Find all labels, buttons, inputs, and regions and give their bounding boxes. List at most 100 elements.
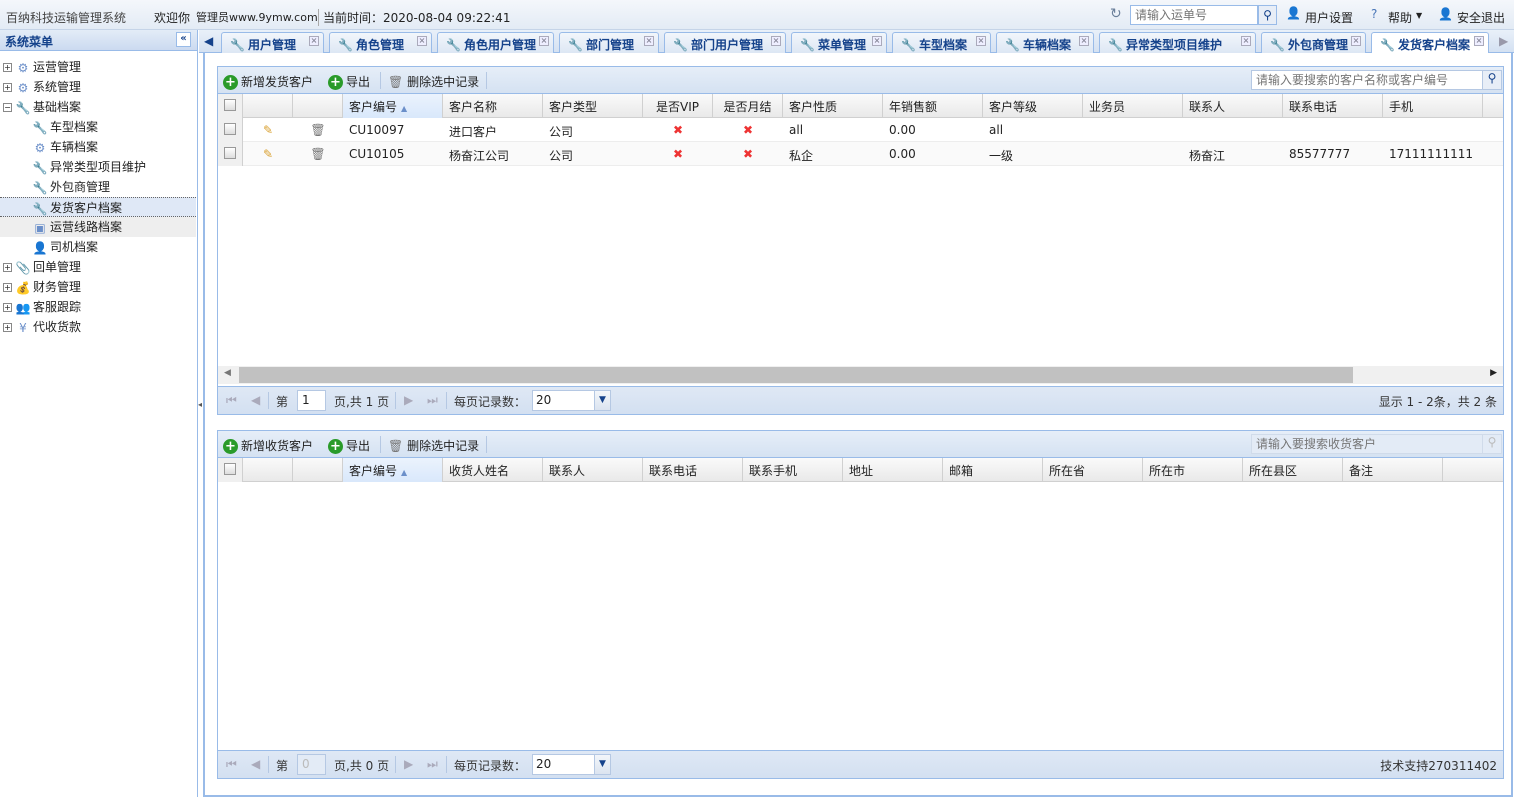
row-checkbox-cell[interactable] — [218, 118, 243, 142]
tab-9[interactable]: 🔧 外包商管理 × — [1261, 32, 1366, 53]
column-header[interactable]: 邮箱 — [943, 458, 1043, 482]
first-page-icon[interactable]: ⏮ — [226, 757, 237, 772]
menu-item[interactable]: 🔧 异常类型项目维护 — [0, 157, 196, 177]
expand-toggle-icon[interactable]: + — [3, 83, 12, 92]
next-page-icon[interactable]: ▶ — [404, 393, 413, 407]
expand-toggle-icon[interactable]: + — [3, 303, 12, 312]
page-number-input[interactable]: 1 — [297, 390, 326, 411]
row-checkbox-cell[interactable] — [218, 142, 243, 166]
menu-item[interactable]: + 👥 客服跟踪 — [0, 297, 196, 317]
page-number-input[interactable]: 0 — [297, 754, 326, 775]
edit-icon[interactable]: ✎ — [243, 118, 293, 142]
close-tab-icon[interactable]: × — [771, 36, 781, 46]
delete-icon[interactable]: 🗑 — [293, 118, 343, 142]
tab-10[interactable]: 🔧 发货客户档案 × — [1371, 32, 1489, 54]
column-header[interactable]: 业务员 — [1083, 94, 1183, 118]
tab-2[interactable]: 🔧 角色用户管理 × — [437, 32, 554, 53]
first-page-icon[interactable]: ⏮ — [226, 393, 237, 408]
expand-toggle-icon[interactable]: + — [3, 263, 12, 272]
column-header[interactable]: 年销售额 — [883, 94, 983, 118]
refresh-icon[interactable]: ↻ — [1110, 6, 1122, 22]
column-header[interactable]: 备注 — [1343, 458, 1443, 482]
menu-item[interactable]: ⚙ 车辆档案 — [0, 137, 196, 157]
menu-item[interactable]: 🔧 发货客户档案 — [0, 197, 196, 217]
menu-item[interactable]: ▣ 运营线路档案 — [0, 217, 196, 237]
close-tab-icon[interactable]: × — [976, 36, 986, 46]
expand-toggle-icon[interactable]: + — [3, 283, 12, 292]
next-page-icon[interactable]: ▶ — [404, 757, 413, 771]
waybill-search-input[interactable] — [1130, 5, 1258, 25]
close-tab-icon[interactable]: × — [1474, 36, 1484, 46]
column-header[interactable]: 联系手机 — [743, 458, 843, 482]
tab-4[interactable]: 🔧 部门用户管理 × — [664, 32, 786, 53]
search-icon[interactable]: ⚲ — [1258, 5, 1277, 25]
row-checkbox[interactable] — [224, 147, 236, 159]
menu-item[interactable]: 👤 司机档案 — [0, 237, 196, 257]
column-header[interactable]: 联系人 — [1183, 94, 1283, 118]
close-tab-icon[interactable]: × — [872, 36, 882, 46]
tab-1[interactable]: 🔧 角色管理 × — [329, 32, 432, 53]
expand-toggle-icon[interactable]: + — [3, 323, 12, 332]
export-button[interactable]: + 导出 — [328, 437, 370, 454]
table-row[interactable]: ✎ 🗑 CU10097 进口客户 公司 ✖ ✖ all 0.00 all — [218, 118, 1503, 142]
tab-5[interactable]: 🔧 菜单管理 × — [791, 32, 887, 53]
chevron-down-icon[interactable]: ▼ — [594, 391, 610, 410]
column-header[interactable]: 客户性质 — [783, 94, 883, 118]
column-header[interactable]: 联系电话 — [643, 458, 743, 482]
column-header[interactable]: 客户编号 ▲ — [343, 94, 443, 118]
customer-search-input[interactable] — [1251, 70, 1483, 90]
close-tab-icon[interactable]: × — [417, 36, 427, 46]
edit-icon[interactable]: ✎ — [243, 142, 293, 166]
tab-scroll-left-icon[interactable]: ◀ — [204, 34, 213, 48]
tab-8[interactable]: 🔧 异常类型项目维护 × — [1099, 32, 1256, 53]
per-page-select[interactable]: 20 ▼ — [532, 754, 611, 775]
consignee-search-input[interactable] — [1251, 434, 1483, 454]
chevron-down-icon[interactable]: ▼ — [594, 755, 610, 774]
search-icon[interactable]: ⚲ — [1482, 434, 1502, 454]
close-tab-icon[interactable]: × — [1079, 36, 1089, 46]
user-settings-link[interactable]: 用户设置 — [1305, 9, 1353, 26]
table-row[interactable]: ✎ 🗑 CU10105 杨奋江公司 公司 ✖ ✖ 私企 0.00 一级 杨奋江 85577777 171… — [218, 142, 1503, 166]
help-menu[interactable]: 帮助 — [1388, 9, 1412, 26]
column-header[interactable]: 客户编号 ▲ — [343, 458, 443, 482]
column-header[interactable]: 所在市 — [1143, 458, 1243, 482]
per-page-select[interactable]: 20 ▼ — [532, 390, 611, 411]
column-header[interactable]: 是否VIP — [643, 94, 713, 118]
add-consignee-button[interactable]: + 新增收货客户 — [223, 437, 313, 454]
menu-item[interactable]: − 🔧 基础档案 — [0, 97, 196, 117]
collapse-sidebar-button[interactable]: « — [176, 32, 191, 47]
select-all-checkbox-cell[interactable] — [218, 94, 243, 118]
tab-7[interactable]: 🔧 车辆档案 × — [996, 32, 1094, 53]
delete-selected-button[interactable]: 🗑 删除选中记录 — [388, 73, 479, 90]
tab-6[interactable]: 🔧 车型档案 × — [892, 32, 991, 53]
menu-item[interactable]: + 💰 财务管理 — [0, 277, 196, 297]
close-tab-icon[interactable]: × — [309, 36, 319, 46]
menu-item[interactable]: + ¥ 代收货款 — [0, 317, 196, 337]
column-header[interactable]: 手机 — [1383, 94, 1483, 118]
row-checkbox[interactable] — [224, 123, 236, 135]
delete-icon[interactable]: 🗑 — [293, 142, 343, 166]
add-shipper-button[interactable]: + 新增发货客户 — [223, 73, 313, 90]
tab-0[interactable]: 🔧 用户管理 × — [221, 32, 324, 53]
select-all-checkbox[interactable] — [224, 463, 236, 475]
close-tab-icon[interactable]: × — [1351, 36, 1361, 46]
column-header[interactable]: 地址 — [843, 458, 943, 482]
search-icon[interactable]: ⚲ — [1482, 70, 1502, 90]
tab-3[interactable]: 🔧 部门管理 × — [559, 32, 659, 53]
menu-item[interactable]: + ⚙ 运营管理 — [0, 57, 196, 77]
column-header[interactable]: 所在省 — [1043, 458, 1143, 482]
column-header[interactable]: 所在县区 — [1243, 458, 1343, 482]
menu-item[interactable]: 🔧 外包商管理 — [0, 177, 196, 197]
last-page-icon[interactable]: ⏭ — [427, 393, 438, 408]
tab-scroll-right-icon[interactable]: ▶ — [1499, 34, 1508, 48]
column-header[interactable]: 联系电话 — [1283, 94, 1383, 118]
column-header[interactable]: 联系人 — [543, 458, 643, 482]
expand-toggle-icon[interactable]: − — [3, 103, 12, 112]
close-tab-icon[interactable]: × — [644, 36, 654, 46]
menu-item[interactable]: + ⚙ 系统管理 — [0, 77, 196, 97]
export-button[interactable]: + 导出 — [328, 73, 370, 90]
delete-selected-button[interactable]: 🗑 删除选中记录 — [388, 437, 479, 454]
column-header[interactable]: 客户等级 — [983, 94, 1083, 118]
column-header[interactable]: 客户类型 — [543, 94, 643, 118]
select-all-checkbox[interactable] — [224, 99, 236, 111]
